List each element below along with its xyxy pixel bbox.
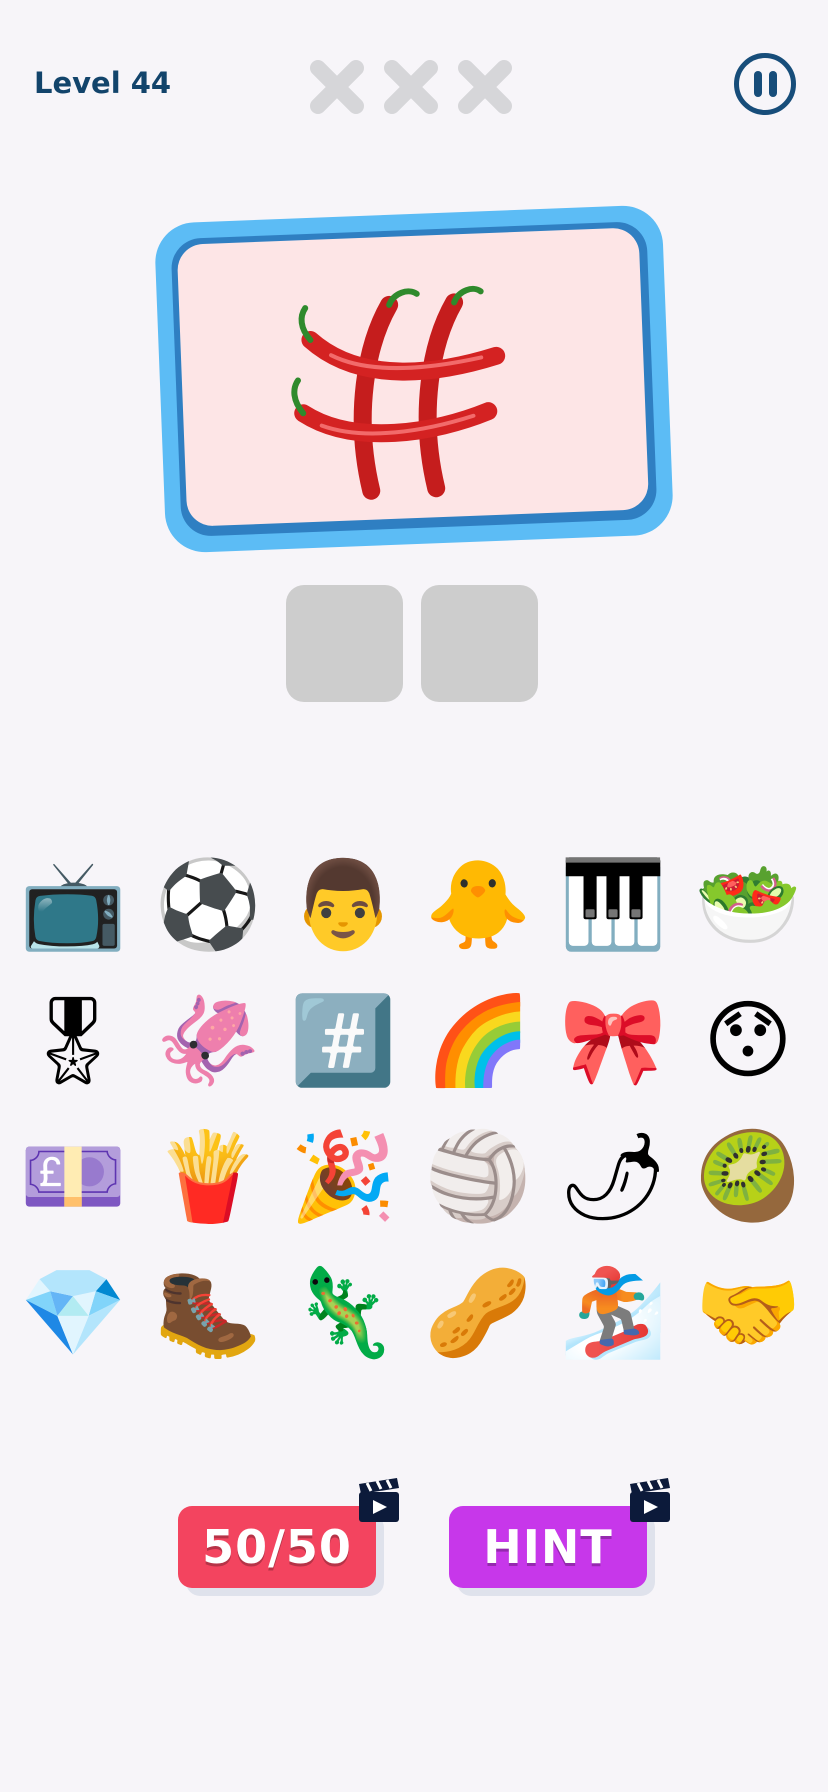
kiwi-fruit-icon[interactable]: 🥝 [693,1124,803,1230]
hint-label: HINT [483,1520,613,1574]
pause-button[interactable] [734,53,796,115]
ribbon-bow-icon[interactable]: 🎀 [558,988,668,1094]
clapperboard-play-icon [630,1478,670,1522]
snowboarder-icon[interactable]: 🏂 [558,1260,668,1366]
level-label: Level 44 [34,66,172,100]
peanuts-icon[interactable]: 🥜 [423,1260,533,1366]
clue-image [176,227,650,527]
television-icon[interactable]: 📺 [18,852,128,958]
volleyball-icon[interactable]: 🏐 [423,1124,533,1230]
strike-x-icon [310,60,364,114]
pound-banknote-icon[interactable]: 💷 [18,1124,128,1230]
green-salad-icon[interactable]: 🥗 [693,852,803,958]
chili-peppers-hashtag-icon [291,285,506,500]
clapperboard-play-icon [359,1478,399,1522]
baby-chick-icon[interactable]: 🐥 [423,852,533,958]
rainbow-icon[interactable]: 🌈 [423,988,533,1094]
soccer-ball-icon[interactable]: ⚽ [153,852,263,958]
hint-button[interactable]: HINT [449,1506,647,1588]
strike-x-icon [458,60,512,114]
hashtag-keycap-icon[interactable]: #️⃣ [288,988,398,1094]
pause-icon [753,71,762,97]
squid-icon[interactable]: 🦑 [153,988,263,1094]
gem-stone-icon[interactable]: 💎 [18,1260,128,1366]
answer-slots [286,585,538,702]
lizard-icon[interactable]: 🦎 [288,1260,398,1366]
hushed-face-icon[interactable]: 😯 [693,988,803,1094]
piano-keys-icon[interactable]: 🎹 [558,852,668,958]
emoji-choice-grid: 📺 ⚽ 👨 🐥 🎹 🥗 🎖 🦑 #️⃣ 🌈 🎀 😯 💷 🍟 🎉 🏐 🌶 🥝 💎 🥾 🦎 🥜 🏂 🤝 [18,852,818,1366]
french-fries-icon[interactable]: 🍟 [153,1124,263,1230]
clue-card [153,204,675,554]
strike-indicators [308,58,514,116]
fifty-fifty-label: 50/50 [202,1520,352,1574]
answer-slot[interactable] [286,585,403,702]
man-face-icon[interactable]: 👨 [288,852,398,958]
handshake-icon[interactable]: 🤝 [693,1260,803,1366]
strike-x-icon [384,60,438,114]
party-popper-icon[interactable]: 🎉 [288,1124,398,1230]
military-medal-icon[interactable]: 🎖 [18,988,128,1094]
hot-pepper-icon[interactable]: 🌶 [558,1124,668,1230]
answer-slot[interactable] [421,585,538,702]
fifty-fifty-button[interactable]: 50/50 [178,1506,376,1588]
hiking-boot-icon[interactable]: 🥾 [153,1260,263,1366]
